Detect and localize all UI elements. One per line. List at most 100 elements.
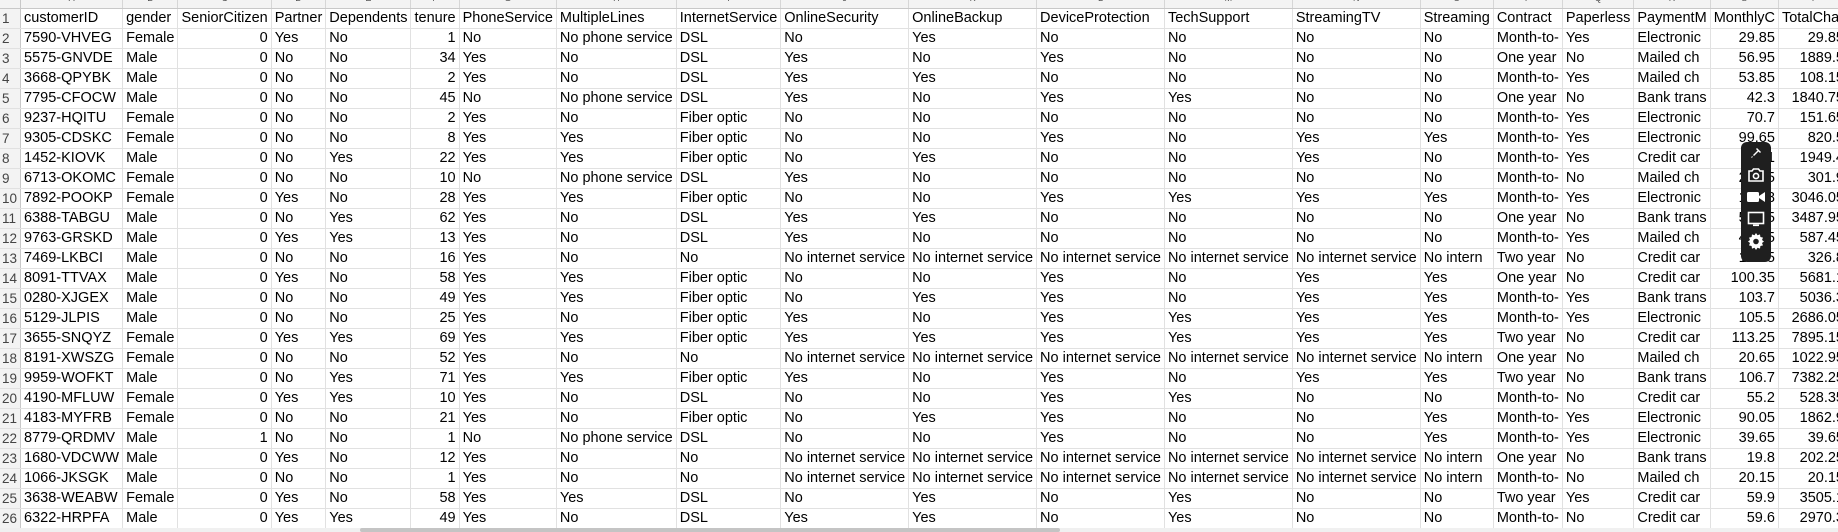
data-cell[interactable]: 8779-QRDMV (20, 428, 124, 449)
data-cell[interactable]: Yes (1562, 408, 1635, 429)
data-cell[interactable]: No (1036, 508, 1165, 529)
data-cell[interactable]: No (1164, 168, 1293, 189)
data-cell[interactable]: No (1036, 208, 1165, 229)
row-number[interactable]: 5 (0, 88, 22, 109)
data-cell[interactable]: 7892-POOKP (20, 188, 124, 209)
data-cell[interactable]: No (676, 448, 782, 469)
data-cell[interactable]: Yes (1036, 288, 1165, 309)
data-cell[interactable]: 58 (410, 268, 460, 289)
data-cell[interactable]: Female (122, 488, 179, 509)
data-cell[interactable]: Yes (780, 368, 910, 389)
data-cell[interactable]: No (780, 188, 910, 209)
data-cell[interactable]: No (325, 408, 412, 429)
data-cell[interactable]: Month-to- (1493, 228, 1563, 249)
data-cell[interactable]: Bank trans (1633, 208, 1711, 229)
data-cell[interactable]: 10 (410, 388, 460, 409)
data-cell[interactable]: No (325, 248, 412, 269)
data-cell[interactable]: 12 (410, 448, 460, 469)
data-cell[interactable]: No (1562, 348, 1635, 369)
row-number[interactable]: 14 (0, 268, 22, 289)
data-cell[interactable]: No (908, 108, 1038, 129)
data-cell[interactable]: No (1292, 488, 1421, 509)
data-cell[interactable]: 108.15 (1778, 68, 1838, 89)
data-cell[interactable]: One year (1493, 268, 1563, 289)
row-number[interactable]: 7 (0, 128, 22, 149)
data-cell[interactable]: No (1420, 148, 1494, 169)
data-cell[interactable]: No internet service (908, 448, 1038, 469)
header-cell[interactable]: PaymentM (1633, 8, 1711, 29)
data-cell[interactable]: 5681.1 (1778, 268, 1838, 289)
data-cell[interactable]: Yes (1292, 328, 1421, 349)
row-number[interactable]: 24 (0, 468, 22, 489)
data-cell[interactable]: Month-to- (1493, 508, 1563, 529)
spreadsheet-grid[interactable]: ABCDEFGHIJKLMNOPQRSTU 1customerIDgenderS… (0, 0, 1838, 532)
data-cell[interactable]: Fiber optic (676, 288, 782, 309)
header-cell[interactable]: TechSupport (1164, 8, 1293, 29)
data-cell[interactable]: 151.65 (1778, 108, 1838, 129)
data-cell[interactable]: 2970.3 (1778, 508, 1838, 529)
row-number[interactable]: 22 (0, 428, 22, 449)
data-cell[interactable]: Yes (1420, 428, 1494, 449)
data-cell[interactable]: 39.65 (1778, 428, 1838, 449)
data-cell[interactable]: Month-to- (1493, 288, 1563, 309)
data-cell[interactable]: 1840.75 (1778, 88, 1838, 109)
data-cell[interactable]: Yes (1562, 28, 1635, 49)
data-cell[interactable]: 1949.4 (1778, 148, 1838, 169)
header-cell[interactable]: InternetService (676, 8, 782, 29)
data-cell[interactable]: Yes (780, 228, 910, 249)
column-letter-K[interactable]: K (908, 0, 1038, 9)
data-cell[interactable]: Credit car (1633, 248, 1711, 269)
data-cell[interactable]: Electronic (1633, 408, 1711, 429)
row-number[interactable]: 13 (0, 248, 22, 269)
data-cell[interactable]: No internet service (1036, 348, 1165, 369)
data-cell[interactable]: Yes (556, 268, 677, 289)
data-cell[interactable]: No (556, 208, 677, 229)
data-cell[interactable]: Credit car (1633, 148, 1711, 169)
data-cell[interactable]: Month-to- (1493, 408, 1563, 429)
data-cell[interactable]: 34 (410, 48, 460, 69)
data-cell[interactable]: 1022.95 (1778, 348, 1838, 369)
data-cell[interactable]: Electronic (1633, 188, 1711, 209)
data-cell[interactable]: Yes (1562, 68, 1635, 89)
data-cell[interactable]: Month-to- (1493, 308, 1563, 329)
data-cell[interactable]: No (676, 468, 782, 489)
data-cell[interactable]: 202.25 (1778, 448, 1838, 469)
data-cell[interactable]: No (325, 308, 412, 329)
data-cell[interactable]: 3505.1 (1778, 488, 1838, 509)
data-cell[interactable]: Yes (459, 508, 557, 529)
data-cell[interactable]: No (676, 348, 782, 369)
row-number[interactable]: 17 (0, 328, 22, 349)
data-cell[interactable]: No (780, 388, 910, 409)
data-cell[interactable]: No (1164, 228, 1293, 249)
data-cell[interactable]: Yes (271, 488, 327, 509)
data-cell[interactable]: Yes (780, 328, 910, 349)
data-cell[interactable]: No (556, 248, 677, 269)
data-cell[interactable]: Male (122, 288, 179, 309)
header-cell[interactable]: gender (122, 8, 179, 29)
data-cell[interactable]: Yes (1292, 288, 1421, 309)
data-cell[interactable]: 0 (177, 208, 272, 229)
data-cell[interactable]: No internet service (1036, 248, 1165, 269)
data-cell[interactable]: No (1562, 208, 1635, 229)
column-letter-O[interactable]: O (1420, 0, 1494, 9)
data-cell[interactable]: No (1420, 488, 1494, 509)
data-cell[interactable]: Fiber optic (676, 308, 782, 329)
data-cell[interactable]: DSL (676, 88, 782, 109)
data-cell[interactable]: 1680-VDCWW (20, 448, 124, 469)
data-cell[interactable]: No (271, 48, 327, 69)
data-cell[interactable]: No (271, 208, 327, 229)
data-cell[interactable]: No (1164, 28, 1293, 49)
data-cell[interactable]: No (908, 228, 1038, 249)
data-cell[interactable]: Yes (908, 148, 1038, 169)
data-cell[interactable]: No internet service (1292, 468, 1421, 489)
data-cell[interactable]: Female (122, 168, 179, 189)
data-cell[interactable]: No internet service (1164, 248, 1293, 269)
data-cell[interactable]: 587.45 (1778, 228, 1838, 249)
data-cell[interactable]: No (556, 448, 677, 469)
data-cell[interactable]: Yes (325, 328, 412, 349)
data-cell[interactable]: 9763-GRSKD (20, 228, 124, 249)
data-cell[interactable]: 0 (177, 128, 272, 149)
data-cell[interactable]: Yes (1292, 368, 1421, 389)
data-cell[interactable]: 0 (177, 508, 272, 529)
data-cell[interactable]: No (780, 148, 910, 169)
